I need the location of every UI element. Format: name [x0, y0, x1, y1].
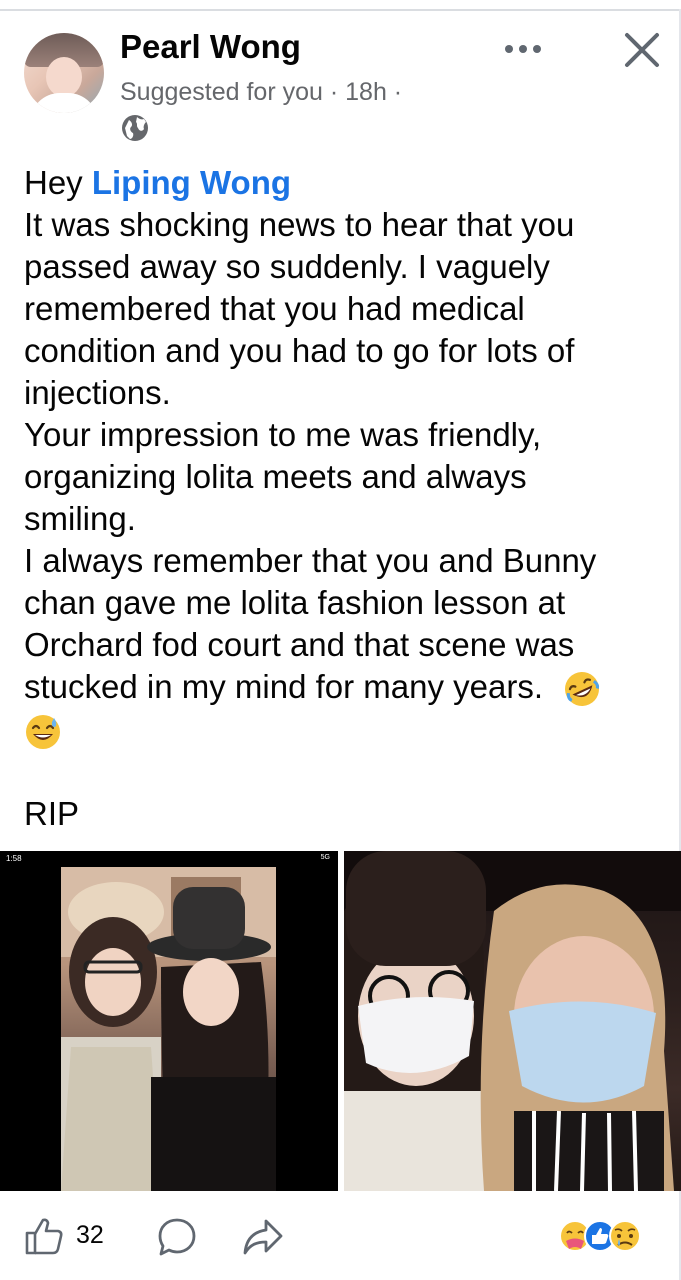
photo-left-image — [61, 867, 276, 1191]
greeting-line: Hey Liping Wong — [24, 162, 664, 204]
photo-right-image — [344, 851, 681, 1191]
thumbs-up-icon[interactable] — [24, 1216, 64, 1256]
photo-right[interactable] — [344, 851, 681, 1191]
text-line-with-emoji: stucked in my mind for many years. — [24, 666, 664, 708]
like-count[interactable]: 32 — [76, 1221, 104, 1250]
emoji-line — [24, 708, 664, 750]
post-meta: Suggested for you · 18h · — [120, 78, 403, 106]
author-avatar[interactable] — [24, 33, 104, 113]
mention-link[interactable]: Liping Wong — [92, 164, 291, 201]
top-divider — [0, 9, 681, 11]
text-line: I always remember that you and Bunny — [24, 542, 597, 579]
rolling-laughing-emoji-icon — [565, 672, 600, 707]
author-name[interactable]: Pearl Wong — [120, 28, 301, 66]
text-line: smiling. — [24, 500, 136, 537]
text-line: Orchard fod court and that scene was — [24, 626, 575, 663]
greeting-text: Hey — [24, 164, 92, 201]
text-line: injections. — [24, 374, 171, 411]
text-line: organizing lolita meets and always — [24, 458, 527, 495]
text-line: It was shocking news to hear that you — [24, 206, 575, 243]
screenshot-status-time: 1:58 — [6, 854, 22, 863]
text-line-end: stucked in my mind for many years. — [24, 668, 544, 705]
photo-left[interactable]: 1:58 5G — [0, 851, 338, 1191]
text-line: chan gave me lolita fashion lesson at — [24, 584, 566, 621]
sweat-smile-emoji-icon — [26, 714, 60, 749]
close-icon[interactable] — [622, 30, 662, 70]
text-line: condition and you had to go for lots of — [24, 332, 575, 369]
post-text: Hey Liping Wong It was shocking news to … — [24, 162, 664, 751]
text-line: remembered that you had medical — [24, 290, 525, 327]
comment-icon[interactable] — [157, 1217, 197, 1257]
reaction-icons[interactable] — [555, 1216, 655, 1256]
share-icon[interactable] — [242, 1217, 284, 1257]
rip-text: RIP — [24, 795, 80, 832]
screenshot-status-signal: 5G — [320, 854, 330, 861]
text-line: Your impression to me was friendly, — [24, 416, 542, 453]
more-options-icon[interactable] — [498, 34, 548, 64]
text-line: passed away so suddenly. I vaguely — [24, 248, 550, 285]
globe-icon — [122, 115, 148, 141]
